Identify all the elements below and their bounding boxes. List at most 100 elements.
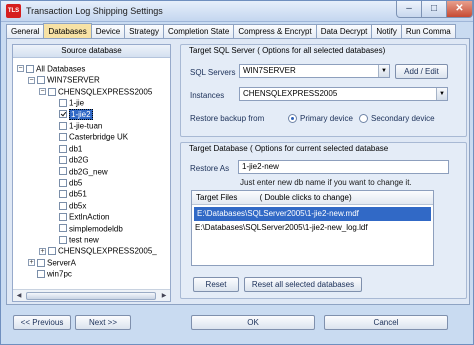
instances-select[interactable]: CHENSQLEXPRESS2005 ▼ [239,87,448,101]
tree-node-checkbox[interactable] [48,87,56,96]
tab-databases[interactable]: Databases [43,23,92,39]
scroll-right-icon[interactable]: ▶ [159,291,169,301]
tree-node[interactable]: + ServerA [28,257,76,268]
tree-node-checkbox[interactable] [59,167,67,176]
tab-compress-encrypt[interactable]: Compress & Encrypt [233,24,317,39]
tree-node-label[interactable]: simplemodeldb [69,224,123,233]
database-tree[interactable]: − All Databases − WIN7SERVER − CHENSQLEXPRESS… [13,58,170,288]
tree-node[interactable]: 1-jie [50,97,84,108]
tree-node-checkbox[interactable] [59,99,67,108]
tab-general[interactable]: General [6,24,45,39]
previous-button[interactable]: << Previous [13,315,71,330]
tree-node-label[interactable]: ServerA [47,258,76,267]
tree-node-checkbox[interactable] [59,178,67,187]
tree-node[interactable]: − WIN7SERVER [28,74,100,85]
tree-node-checkbox[interactable] [37,76,45,85]
tree-node-label[interactable]: db5x [69,201,86,210]
tab-device[interactable]: Device [90,24,126,39]
minimize-button[interactable]: – [396,1,422,18]
ok-button[interactable]: OK [191,315,315,330]
tree-node-checkbox[interactable] [59,121,67,130]
tab-completion-state[interactable]: Completion State [162,24,235,39]
reset-all-button[interactable]: Reset all selected databases [244,277,362,292]
tree-node-checkbox[interactable] [37,270,45,279]
expand-icon[interactable]: + [28,259,35,267]
target-files-list[interactable]: Target Files ( Double clicks to change) … [191,190,434,266]
tree-node[interactable]: db5 [50,177,82,188]
tree-node-checkbox[interactable] [59,224,67,233]
tree-node[interactable]: test new [50,234,99,245]
reset-button[interactable]: Reset [193,277,239,292]
tree-node[interactable]: db2G_new [50,166,108,177]
tree-node-label[interactable]: CHENSQLEXPRESS2005_ [58,247,157,256]
tree-node-label[interactable]: 1-jie [69,99,84,108]
maximize-button[interactable]: □ [421,1,447,18]
sql-servers-select[interactable]: WIN7SERVER ▼ [239,64,390,78]
tree-node-checkbox[interactable] [59,144,67,153]
tree-node-label[interactable]: db51 [69,190,87,199]
tab-notify[interactable]: Notify [371,24,402,39]
cancel-button[interactable]: Cancel [324,315,448,330]
tree-node[interactable]: 1-jie2 [50,108,93,120]
target-files-header[interactable]: Target Files ( Double clicks to change) [192,191,433,205]
scroll-thumb[interactable] [26,292,156,300]
collapse-icon[interactable]: − [17,65,24,73]
tab-data-decrypt[interactable]: Data Decrypt [315,24,373,39]
tree-node-label[interactable]: Casterbridge UK [69,133,128,142]
restore-as-input[interactable]: 1-jie2-new [238,160,449,174]
expand-icon[interactable]: + [39,247,46,255]
tree-node-label[interactable]: db1 [69,144,82,153]
tree-node[interactable]: win7pc [28,268,72,279]
tree-node-label[interactable]: CHENSQLEXPRESS2005 [58,87,152,96]
tree-node-label[interactable]: ExtInAction [69,213,109,222]
tree-node[interactable]: ExtInAction [50,211,109,222]
tree-node-label[interactable]: 1-jie-tuan [69,121,102,130]
tree-node[interactable]: simplemodeldb [50,223,123,234]
target-file-row[interactable]: E:\Databases\SQLServer2005\1-jie2-new.md… [194,207,431,221]
tree-node[interactable]: − All Databases [17,63,85,74]
tree-horizontal-scrollbar[interactable]: ◀ ▶ [13,289,170,301]
next-button[interactable]: Next >> [75,315,131,330]
primary-device-radio[interactable] [288,114,297,123]
scroll-left-icon[interactable]: ◀ [14,291,24,301]
tree-node-checkbox[interactable] [59,133,67,142]
title-bar[interactable]: TLS Transaction Log Shipping Settings – … [1,1,473,22]
tree-node-label[interactable]: db2G_new [69,167,108,176]
tab-strategy[interactable]: Strategy [124,24,164,39]
tree-node-checkbox[interactable] [37,258,45,267]
tree-node[interactable]: db1 [50,143,82,154]
tree-node[interactable]: Casterbridge UK [50,131,128,142]
tree-node-checkbox[interactable] [48,247,56,256]
primary-device-label[interactable]: Primary device [300,114,353,123]
tree-node-label[interactable]: win7pc [47,270,72,279]
add-edit-button[interactable]: Add / Edit [395,64,448,79]
tree-node-label[interactable]: WIN7SERVER [47,76,100,85]
close-button[interactable]: ✕ [446,1,473,18]
secondary-device-radio[interactable] [359,114,368,123]
tree-node-checkbox[interactable] [59,190,67,199]
tree-node[interactable]: db5x [50,200,86,211]
tree-node-label[interactable]: test new [69,235,99,244]
tree-node-label[interactable]: db5 [69,178,82,187]
tree-node-checkbox[interactable] [59,110,67,119]
chevron-down-icon[interactable]: ▼ [436,88,447,100]
tree-node-label[interactable]: All Databases [36,64,85,73]
tree-node-checkbox[interactable] [26,64,34,73]
secondary-device-label[interactable]: Secondary device [371,114,435,123]
tree-node[interactable]: − CHENSQLEXPRESS2005 [39,86,152,97]
collapse-icon[interactable]: − [28,76,35,84]
tree-node[interactable]: 1-jie-tuan [50,120,102,131]
tree-node-label[interactable]: 1-jie2 [69,108,93,120]
tree-node-checkbox[interactable] [59,156,67,165]
tab-run-command[interactable]: Run Comma [400,24,456,39]
tree-node-checkbox[interactable] [59,213,67,222]
tree-node[interactable]: + CHENSQLEXPRESS2005_ [39,245,157,256]
tree-node-label[interactable]: db2G [69,156,89,165]
tree-node-checkbox[interactable] [59,201,67,210]
chevron-down-icon[interactable]: ▼ [378,65,389,77]
tree-node[interactable]: db2G [50,154,89,165]
tree-node-checkbox[interactable] [59,235,67,244]
target-file-row[interactable]: E:\Databases\SQLServer2005\1-jie2-new_lo… [192,221,433,235]
tree-node[interactable]: db51 [50,188,87,199]
collapse-icon[interactable]: − [39,88,46,96]
